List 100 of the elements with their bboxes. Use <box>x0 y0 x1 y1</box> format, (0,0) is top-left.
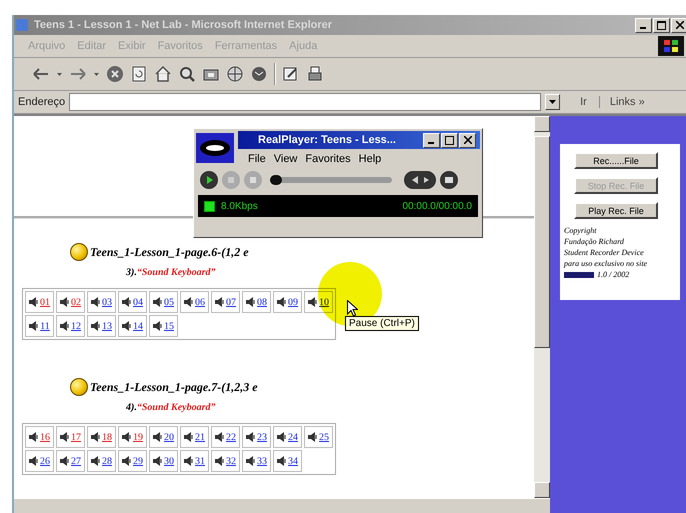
dropdown-button[interactable] <box>545 94 560 110</box>
vertical-scrollbar[interactable] <box>534 116 550 498</box>
seek-slider[interactable] <box>270 177 392 183</box>
speaker-icon <box>122 297 132 307</box>
key-link[interactable]: 26 <box>40 456 50 466</box>
key-link[interactable]: 31 <box>195 456 205 466</box>
version-text: 1.0 / 2002 <box>597 269 630 280</box>
key-link[interactable]: 23 <box>257 432 267 442</box>
key-link[interactable]: 05 <box>164 296 174 308</box>
speaker-icon <box>277 432 287 442</box>
key-link[interactable]: 28 <box>102 456 112 466</box>
maximize-button[interactable] <box>441 132 458 148</box>
key-link[interactable]: 33 <box>257 456 267 466</box>
slider-thumb[interactable] <box>270 175 282 185</box>
key-link[interactable]: 29 <box>133 456 143 466</box>
address-field[interactable] <box>69 93 542 111</box>
key-link[interactable]: 10 <box>319 296 329 308</box>
key-link[interactable]: 08 <box>257 296 267 308</box>
window-title: Teens 1 - Lesson 1 - Net Lab - Microsoft Internet Explorer <box>34 19 334 31</box>
bullet-icon <box>70 378 88 396</box>
compact-view-button[interactable] <box>440 171 458 189</box>
refresh-icon[interactable] <box>130 65 148 83</box>
key-link[interactable]: 03 <box>102 296 112 308</box>
key-link[interactable]: 25 <box>319 432 329 442</box>
tooltip: Pause (Ctrl+P) <box>345 316 419 331</box>
key-link[interactable]: 34 <box>288 456 298 466</box>
key-link[interactable]: 04 <box>133 296 143 308</box>
close-icon <box>676 21 684 29</box>
key-link[interactable]: 14 <box>133 320 143 332</box>
windows-logo-icon <box>658 36 684 56</box>
key-link[interactable]: 13 <box>102 320 112 332</box>
key-link[interactable]: 12 <box>71 320 81 332</box>
speaker-icon <box>60 456 70 466</box>
key-link[interactable]: 30 <box>164 456 174 466</box>
menu-item[interactable]: File <box>248 153 266 165</box>
key-link[interactable]: 11 <box>40 320 50 332</box>
stop-icon[interactable] <box>106 65 124 83</box>
key-link[interactable]: 16 <box>40 432 50 442</box>
speaker-icon <box>184 297 194 307</box>
maximize-icon <box>445 136 454 144</box>
key-link[interactable]: 02 <box>71 296 81 308</box>
close-button[interactable] <box>459 132 476 148</box>
close-icon <box>464 136 472 144</box>
key-link[interactable]: 09 <box>288 296 298 308</box>
maximize-button[interactable] <box>653 18 670 32</box>
key-link[interactable]: 07 <box>226 296 236 308</box>
volume-button[interactable] <box>404 171 436 189</box>
recorder-button[interactable]: Play Rec. File <box>574 202 658 219</box>
speaker-icon <box>91 456 101 466</box>
key-link[interactable]: 06 <box>195 296 205 308</box>
address-label: Endereço <box>18 96 66 108</box>
item-number: 4). <box>126 402 137 413</box>
key-link[interactable]: 32 <box>226 456 236 466</box>
speaker-icon <box>308 432 318 442</box>
section-subtitle: “Sound Keyboard” <box>136 402 216 413</box>
play-button[interactable] <box>200 171 218 189</box>
speaker-icon <box>246 456 256 466</box>
home-icon[interactable] <box>154 65 172 83</box>
menu-item[interactable]: Favorites <box>305 153 351 165</box>
menu-item[interactable]: Help <box>358 153 382 165</box>
speaker-icon <box>153 321 163 331</box>
minimize-button[interactable] <box>423 132 440 148</box>
globe-icon[interactable] <box>226 65 244 83</box>
key-link[interactable]: 27 <box>71 456 81 466</box>
time-text: 00:00.0/00:00.0 <box>402 200 472 212</box>
key-link[interactable]: 15 <box>164 320 174 332</box>
version-bar <box>564 272 594 278</box>
key-link[interactable]: 01 <box>40 296 50 308</box>
section-heading: Teens_1-Lesson_1-page.7-(1,2,3 e <box>90 380 258 394</box>
go-button[interactable]: Ir <box>564 96 595 108</box>
speaker-icon <box>122 321 132 331</box>
speaker-icon <box>153 456 163 466</box>
search-icon[interactable] <box>178 65 196 83</box>
note-text: Student Recorder Device <box>564 247 644 258</box>
key-link[interactable]: 20 <box>164 432 174 442</box>
speaker-icon <box>184 432 194 442</box>
speaker-icon <box>308 297 318 307</box>
section-heading: Teens_1-Lesson_1-page.6-(1,2 e <box>90 244 249 260</box>
speaker-icon <box>215 456 225 466</box>
key-link[interactable]: 21 <box>195 432 205 442</box>
key-link[interactable]: 24 <box>288 432 298 442</box>
key-link[interactable]: 17 <box>71 432 81 442</box>
print-icon[interactable] <box>306 65 324 83</box>
key-link[interactable]: 22 <box>226 432 236 442</box>
speaker-icon <box>60 432 70 442</box>
section-subtitle: “Sound Keyboard” <box>136 267 216 278</box>
speaker-icon <box>60 321 70 331</box>
signal-icon <box>204 200 215 212</box>
speaker-icon <box>91 321 101 331</box>
speaker-icon <box>29 432 39 442</box>
close-button[interactable] <box>671 18 686 32</box>
recorder-button[interactable]: Rec......File <box>574 152 658 169</box>
menu-item[interactable]: View <box>274 153 298 165</box>
page-icon <box>16 19 28 31</box>
speaker-icon <box>246 432 256 442</box>
speaker-icon <box>215 297 225 307</box>
key-link[interactable]: 19 <box>133 432 143 442</box>
key-link[interactable]: 18 <box>102 432 112 442</box>
links-button[interactable]: Links » <box>598 96 645 108</box>
minimize-button[interactable] <box>635 18 652 32</box>
